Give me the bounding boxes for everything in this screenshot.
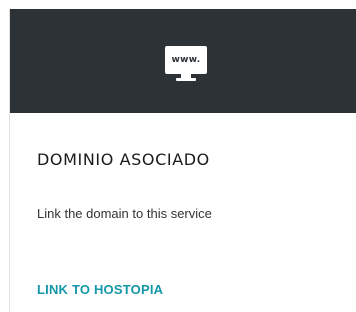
service-card: www. DOMINIO ASOCIADO Link the domain to… — [9, 9, 356, 312]
monitor-www-label: www. — [172, 55, 201, 65]
card-header: www. — [10, 9, 356, 113]
card-description: Link the domain to this service — [37, 206, 212, 221]
card-title: DOMINIO ASOCIADO — [37, 150, 210, 169]
link-to-hostopia-link[interactable]: LINK TO HOSTOPIA — [37, 282, 163, 297]
monitor-www-icon: www. — [165, 46, 207, 82]
